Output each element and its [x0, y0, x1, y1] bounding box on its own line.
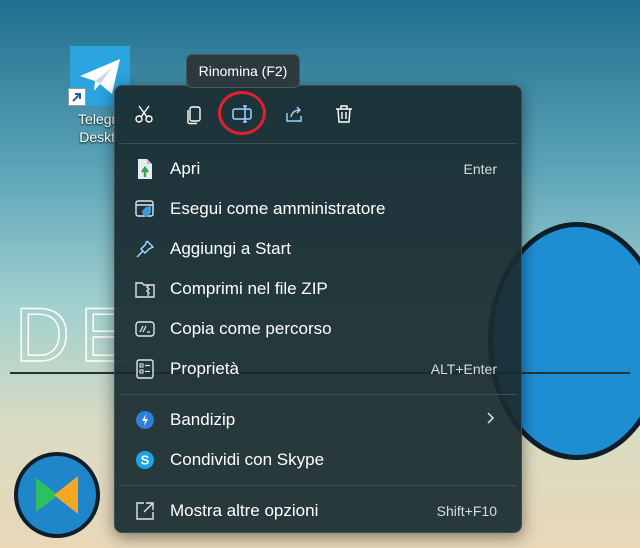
menu-separator: [119, 394, 517, 395]
shortcut-arrow-icon: [68, 88, 86, 106]
bandizip-icon: [134, 409, 156, 431]
zip-folder-icon: [134, 278, 156, 300]
skype-icon: S: [134, 449, 156, 471]
menu-item-bandizip[interactable]: Bandizip: [119, 400, 517, 440]
properties-icon: [134, 358, 156, 380]
pin-icon: [134, 238, 156, 260]
menu-item-shortcut: Shift+F10: [436, 503, 497, 519]
menu-item-shortcut: Enter: [463, 161, 497, 177]
share-icon: [286, 106, 302, 122]
rename-icon: [232, 105, 252, 123]
svg-text:S: S: [141, 453, 150, 468]
menu-separator: [119, 485, 517, 486]
delete-button[interactable]: [329, 99, 359, 129]
menu-item-comprimi-nel-file-zip[interactable]: Comprimi nel file ZIP: [119, 269, 517, 309]
trash-icon: [336, 105, 352, 123]
menu-item-esegui-come-amministratore[interactable]: Esegui come amministratore: [119, 189, 517, 229]
copy-button[interactable]: [179, 99, 209, 129]
share-button[interactable]: [279, 99, 309, 129]
menu-item-copia-come-percorso[interactable]: Copia come percorso: [119, 309, 517, 349]
copy-path-icon: [134, 318, 156, 340]
submenu-chevron-icon: [485, 411, 495, 430]
menu-item-shortcut: ALT+Enter: [430, 361, 497, 377]
context-menu: Apri Enter Esegui come amministratore Ag…: [114, 85, 522, 533]
more-options-icon: [134, 500, 156, 522]
cut-button[interactable]: [129, 99, 159, 129]
menu-item-condividi-con-skype[interactable]: S Condividi con Skype: [119, 440, 517, 480]
menu-item-aggiungi-a-start[interactable]: Aggiungi a Start: [119, 229, 517, 269]
rename-tooltip: Rinomina (F2): [186, 54, 300, 88]
menu-item-proprieta[interactable]: Proprietà ALT+Enter: [119, 349, 517, 389]
open-file-icon: [134, 158, 156, 180]
toolbar-separator: [119, 143, 517, 144]
scissors-icon: [135, 105, 153, 123]
menu-item-mostra-altre-opzioni[interactable]: Mostra altre opzioni Shift+F10: [119, 491, 517, 531]
rename-button[interactable]: [228, 99, 258, 129]
shield-window-icon: [134, 198, 156, 220]
copy-icon: [187, 106, 201, 125]
logo-emblem-icon: [36, 476, 78, 514]
menu-item-apri[interactable]: Apri Enter: [119, 149, 517, 189]
desktop-logo-small: [14, 452, 100, 538]
